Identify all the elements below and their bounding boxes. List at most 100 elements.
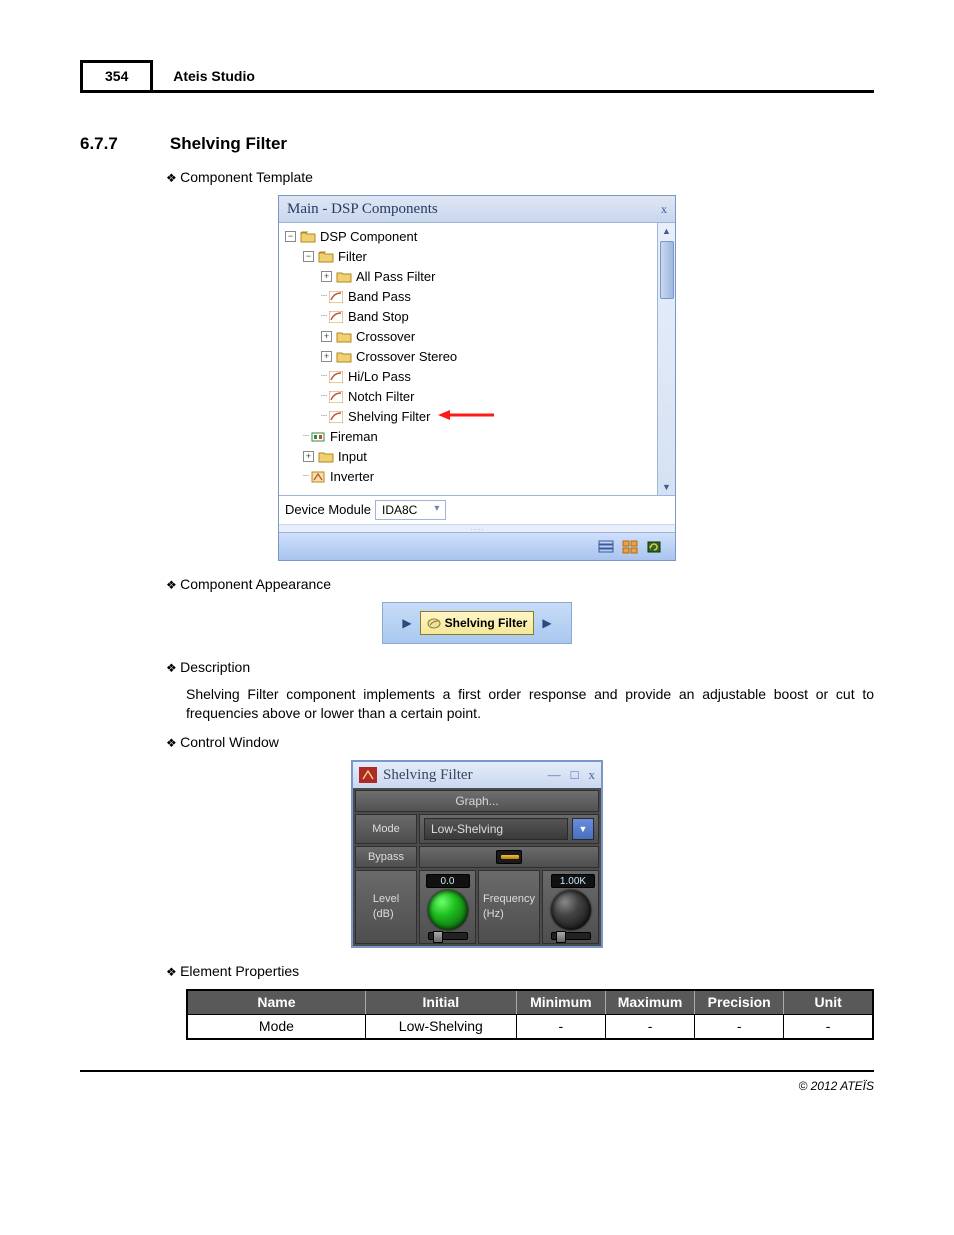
- control-window: Shelving Filter — □ x Graph... Mode Low-…: [351, 760, 603, 948]
- close-icon[interactable]: x: [661, 201, 667, 217]
- maximize-icon[interactable]: □: [571, 766, 579, 784]
- section-number: 6.7.7: [80, 133, 166, 156]
- scroll-down-icon[interactable]: ▼: [659, 479, 675, 495]
- control-window-title: Shelving Filter: [383, 765, 473, 785]
- dsp-components-window: Main - DSP Components x − DSP Component …: [278, 195, 676, 561]
- component-icon: [310, 470, 326, 484]
- description-text: Shelving Filter component implements a f…: [186, 685, 874, 723]
- page-header: 354 Ateis Studio: [80, 60, 874, 93]
- cycle-icon[interactable]: [645, 538, 663, 556]
- col-precision: Precision: [695, 990, 784, 1014]
- level-knob[interactable]: [428, 890, 468, 930]
- tree-item[interactable]: Hi/Lo Pass: [348, 368, 411, 386]
- filter-icon: [328, 310, 344, 324]
- cell-max: -: [605, 1014, 694, 1038]
- port-right-icon[interactable]: ▶: [542, 615, 551, 631]
- expand-icon[interactable]: +: [321, 331, 332, 342]
- bullet-control-window: Control Window: [166, 733, 874, 752]
- frequency-label: Frequency (Hz): [478, 870, 540, 944]
- folder-icon: [318, 450, 334, 464]
- device-module-select[interactable]: IDA8C: [375, 500, 446, 520]
- tree-item[interactable]: Band Pass: [348, 288, 411, 306]
- mode-label: Mode: [355, 814, 417, 844]
- dsp-toolbar: [279, 532, 675, 560]
- cell-name: Mode: [187, 1014, 365, 1038]
- bypass-label: Bypass: [355, 846, 417, 868]
- highlight-arrow-icon: [438, 408, 494, 426]
- cell-unit: -: [784, 1014, 873, 1038]
- expand-icon[interactable]: +: [321, 351, 332, 362]
- component-icon: [310, 430, 326, 444]
- scroll-up-icon[interactable]: ▲: [659, 223, 675, 239]
- level-readout: 0.0: [426, 874, 470, 888]
- expand-icon[interactable]: +: [303, 451, 314, 462]
- dsp-window-title: Main - DSP Components: [287, 199, 438, 219]
- tree-inverter[interactable]: Inverter: [330, 468, 374, 486]
- tree-item[interactable]: Band Stop: [348, 308, 409, 326]
- grip-row[interactable]: ·····: [279, 524, 675, 532]
- page-number: 354: [80, 60, 153, 90]
- bullet-component-appearance: Component Appearance: [166, 575, 874, 594]
- tree-item[interactable]: Crossover Stereo: [356, 348, 457, 366]
- shelving-icon: [427, 618, 441, 629]
- col-minimum: Minimum: [516, 990, 605, 1014]
- close-icon[interactable]: x: [589, 766, 596, 784]
- app-name: Ateis Studio: [161, 63, 267, 90]
- folder-icon: [336, 350, 352, 364]
- bullet-element-properties: Element Properties: [166, 962, 874, 981]
- minimize-icon[interactable]: —: [548, 766, 561, 784]
- expand-icon[interactable]: +: [321, 271, 332, 282]
- component-chip-label: Shelving Filter: [445, 615, 528, 631]
- collapse-icon[interactable]: −: [285, 231, 296, 242]
- port-left-icon[interactable]: ▶: [402, 615, 411, 631]
- tree-fireman[interactable]: Fireman: [330, 428, 378, 446]
- folder-icon: [318, 250, 334, 264]
- app-icon: [359, 767, 377, 783]
- table-row: Mode Low-Shelving - - - -: [187, 1014, 873, 1038]
- bypass-toggle[interactable]: [496, 850, 522, 864]
- frequency-knob[interactable]: [551, 890, 591, 930]
- frequency-readout: 1.00K: [551, 874, 595, 888]
- tree-item[interactable]: Notch Filter: [348, 388, 414, 406]
- section-heading: 6.7.7 Shelving Filter: [80, 133, 874, 156]
- mode-select[interactable]: Low-Shelving: [424, 818, 568, 840]
- tree-item[interactable]: Crossover: [356, 328, 415, 346]
- col-initial: Initial: [365, 990, 516, 1014]
- level-label: Level (dB): [355, 870, 417, 944]
- scroll-thumb[interactable]: [660, 241, 674, 299]
- graph-button[interactable]: Graph...: [355, 790, 599, 812]
- copyright: © 2012 ATEÏS: [798, 1079, 874, 1093]
- folder-icon: [336, 270, 352, 284]
- cell-prec: -: [695, 1014, 784, 1038]
- component-chip[interactable]: Shelving Filter: [420, 611, 535, 635]
- filter-icon: [328, 410, 344, 424]
- col-name: Name: [187, 990, 365, 1014]
- list-view-icon[interactable]: [597, 538, 615, 556]
- element-properties-table: Name Initial Minimum Maximum Precision U…: [186, 989, 874, 1040]
- component-appearance: ▶ Shelving Filter ▶: [382, 602, 572, 644]
- footer: © 2012 ATEÏS: [80, 1070, 874, 1094]
- tile-view-icon[interactable]: [621, 538, 639, 556]
- scrollbar[interactable]: ▲ ▼: [657, 223, 675, 495]
- folder-icon: [300, 230, 316, 244]
- tree-input[interactable]: Input: [338, 448, 367, 466]
- dropdown-icon[interactable]: ▼: [572, 818, 594, 840]
- col-unit: Unit: [784, 990, 873, 1014]
- bullet-component-template: Component Template: [166, 168, 874, 187]
- filter-icon: [328, 390, 344, 404]
- tree-filter[interactable]: Filter: [338, 248, 367, 266]
- frequency-slider[interactable]: [551, 932, 591, 940]
- col-maximum: Maximum: [605, 990, 694, 1014]
- collapse-icon[interactable]: −: [303, 251, 314, 262]
- device-module-label: Device Module: [285, 501, 371, 519]
- tree-root[interactable]: DSP Component: [320, 228, 417, 246]
- tree-item-shelving[interactable]: Shelving Filter: [348, 408, 430, 426]
- cell-min: -: [516, 1014, 605, 1038]
- dsp-tree[interactable]: − DSP Component − Filter + All Pass Filt…: [279, 223, 657, 495]
- bullet-description: Description: [166, 658, 874, 677]
- filter-icon: [328, 290, 344, 304]
- section-title: Shelving Filter: [170, 133, 287, 156]
- folder-icon: [336, 330, 352, 344]
- level-slider[interactable]: [428, 932, 468, 940]
- tree-item[interactable]: All Pass Filter: [356, 268, 435, 286]
